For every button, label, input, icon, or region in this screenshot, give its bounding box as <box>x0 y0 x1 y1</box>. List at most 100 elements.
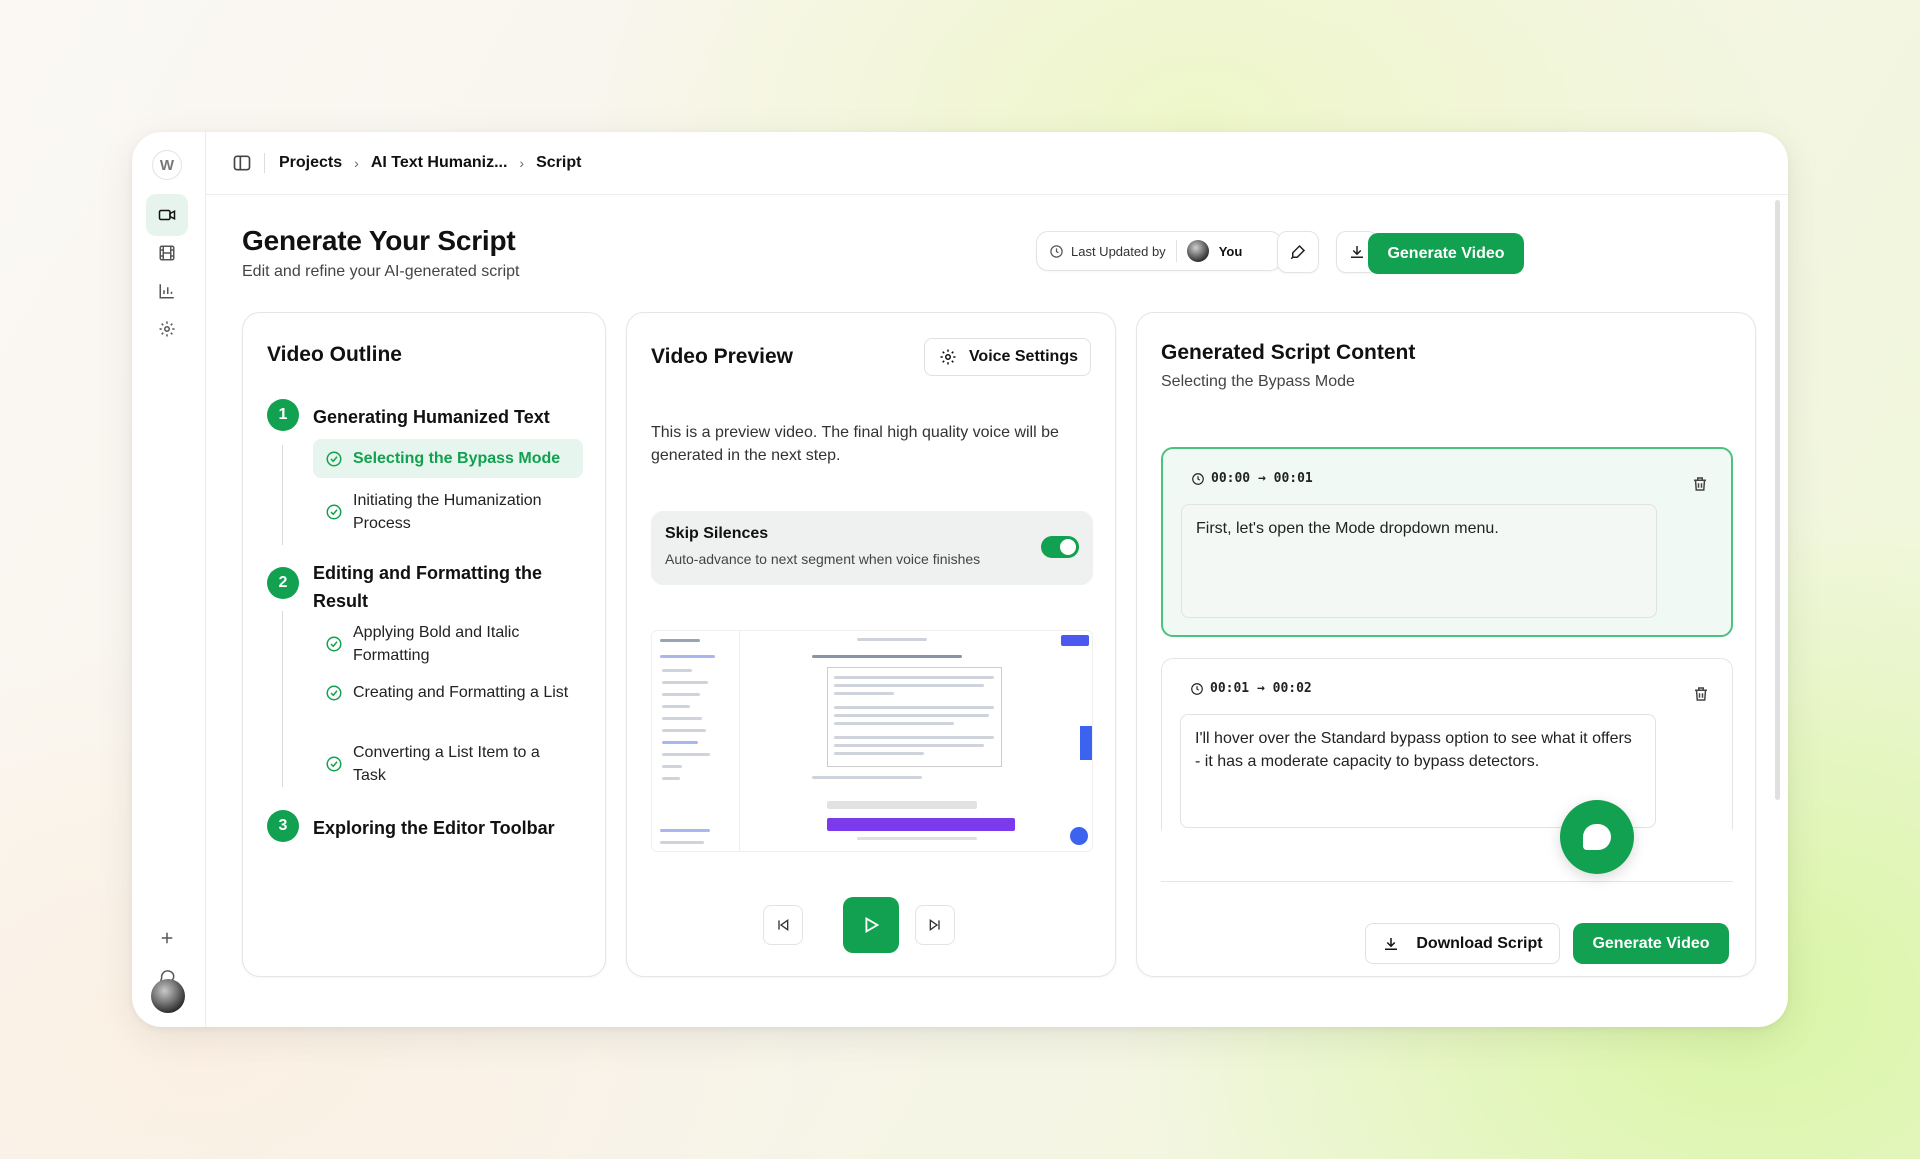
section-number: 1 <box>267 399 299 431</box>
settings-icon[interactable] <box>146 308 188 350</box>
pen-icon <box>1290 244 1306 260</box>
page-subtitle: Edit and refine your AI-generated script <box>242 263 520 280</box>
chevron-right-icon: › <box>354 155 359 171</box>
play-button[interactable] <box>843 897 899 953</box>
section-title: Generating Humanized Text <box>313 407 550 427</box>
script-segment[interactable]: 00:00 → 00:01 First, let's open the Mode… <box>1161 447 1733 637</box>
sidebar-toggle-icon[interactable] <box>232 153 252 173</box>
download-icon <box>1351 246 1363 258</box>
video-outline-card: Video Outline 1 Generating Humanized Tex… <box>242 312 606 977</box>
script-title: Generated Script Content <box>1161 341 1416 364</box>
last-updated-badge: Last Updated by You <box>1036 231 1282 271</box>
preview-chat-thumbnail <box>1070 827 1088 845</box>
play-icon <box>865 916 880 934</box>
preview-note: This is a preview video. The final high … <box>651 424 1059 464</box>
outline-connector <box>282 611 283 787</box>
chat-bubble-icon <box>1583 824 1611 850</box>
skip-forward-icon <box>929 919 940 931</box>
section-title: Exploring the Editor Toolbar <box>313 818 555 838</box>
outline-item-label: Selecting the Bypass Mode <box>353 450 561 467</box>
segment-time: 00:00 → 00:01 <box>1191 471 1313 486</box>
download-script-label: Download Script <box>1416 934 1543 952</box>
preview-sidebar-thumbnail <box>652 631 740 851</box>
workspace-logo[interactable]: W <box>152 150 182 180</box>
breadcrumb-projects[interactable]: Projects <box>279 154 342 172</box>
outline-item-initiating-humanization[interactable]: Initiating the Humanization Process <box>313 481 583 543</box>
outline-item-bold-italic[interactable]: Applying Bold and Italic Formatting <box>313 613 583 675</box>
next-segment-button[interactable] <box>915 905 955 945</box>
outline-item-selecting-bypass-mode[interactable]: Selecting the Bypass Mode <box>313 439 583 478</box>
check-circle-icon <box>326 685 342 700</box>
chart-icon[interactable] <box>146 270 188 312</box>
voice-settings-button[interactable]: Voice Settings <box>923 338 1091 376</box>
outline-item-label: Converting a List Item to a Task <box>353 744 540 784</box>
avatar <box>1186 240 1209 262</box>
previous-segment-button[interactable] <box>763 905 803 945</box>
preview-humanize-thumbnail <box>827 818 1015 831</box>
last-updated-user: You <box>1218 243 1243 259</box>
clock-icon <box>1191 682 1203 695</box>
preview-title: Video Preview <box>651 345 794 368</box>
skip-silences-toggle[interactable] <box>1041 536 1079 558</box>
divider <box>264 153 265 173</box>
skip-silences-title: Skip Silences <box>665 525 769 542</box>
check-circle-icon <box>326 504 342 520</box>
user-avatar[interactable] <box>151 979 185 1013</box>
outline-title: Video Outline <box>267 343 402 366</box>
page-title: Generate Your Script <box>242 225 516 256</box>
breadcrumb: Projects › AI Text Humaniz... › Script <box>206 132 1788 195</box>
outline-item-list-to-task[interactable]: Converting a List Item to a Task <box>313 733 583 795</box>
section-number: 3 <box>267 810 299 842</box>
outline-item-label: Applying Bold and Italic Formatting <box>353 624 520 664</box>
preview-feedback-tab <box>1080 726 1092 760</box>
outline-connector <box>282 445 283 545</box>
edit-button[interactable] <box>1277 231 1319 273</box>
outline-item-label: Creating and Formatting a List <box>353 684 569 701</box>
left-rail: W <box>132 132 206 1027</box>
divider <box>1161 881 1733 882</box>
breadcrumb-current: Script <box>536 154 582 171</box>
film-icon[interactable] <box>146 232 188 274</box>
segment-time: 00:01 → 00:02 <box>1190 681 1312 696</box>
outline-item-label: Initiating the Humanization Process <box>353 492 542 532</box>
clock-icon <box>1192 472 1204 485</box>
check-circle-icon <box>326 636 342 652</box>
generate-video-button[interactable]: Generate Video <box>1368 233 1524 274</box>
script-segment[interactable]: 00:01 → 00:02 I'll hover over the Standa… <box>1161 658 1733 830</box>
trash-icon[interactable] <box>1692 685 1710 703</box>
divider <box>1175 240 1177 262</box>
check-circle-icon <box>326 451 342 466</box>
generate-video-bottom-button[interactable]: Generate Video <box>1573 923 1729 964</box>
last-updated-label: Last Updated by <box>1071 243 1166 259</box>
script-subtitle: Selecting the Bypass Mode <box>1161 373 1355 390</box>
main-area: Projects › AI Text Humaniz... › Script G… <box>206 132 1788 1027</box>
skip-back-icon <box>778 919 789 931</box>
breadcrumb-project[interactable]: AI Text Humaniz... <box>371 154 508 172</box>
skip-silences-description: Auto-advance to next segment when voice … <box>665 551 981 567</box>
app-window: W Projects › AI Text Humaniz... › Script… <box>132 132 1788 1027</box>
preview-login-thumbnail <box>1061 635 1089 646</box>
segment-time-label: 00:00 → 00:01 <box>1211 471 1313 486</box>
clock-icon <box>1050 244 1063 258</box>
video-icon[interactable] <box>146 194 188 236</box>
section-title: Editing and Formatting the Result <box>313 563 542 611</box>
chat-support-button[interactable] <box>1560 800 1634 874</box>
trash-icon[interactable] <box>1691 475 1709 493</box>
video-preview-card: Video Preview Voice Settings This is a p… <box>626 312 1116 977</box>
outline-item-list-formatting[interactable]: Creating and Formatting a List <box>313 673 583 712</box>
segment-time-label: 00:01 → 00:02 <box>1210 681 1312 696</box>
plus-icon[interactable] <box>146 917 188 959</box>
segment-text-field[interactable]: First, let's open the Mode dropdown menu… <box>1181 504 1657 618</box>
check-circle-icon <box>326 756 342 772</box>
scrollbar[interactable] <box>1775 200 1780 800</box>
script-content-card: Generated Script Content Selecting the B… <box>1136 312 1756 977</box>
gear-icon <box>940 349 956 365</box>
preview-document-thumbnail <box>827 667 1002 767</box>
skip-silences-panel: Skip Silences Auto-advance to next segme… <box>651 511 1093 585</box>
section-number: 2 <box>267 567 299 599</box>
download-script-button[interactable]: Download Script <box>1365 923 1560 964</box>
chevron-right-icon: › <box>519 155 525 171</box>
video-preview-frame[interactable] <box>651 630 1093 852</box>
download-icon <box>1385 937 1398 950</box>
voice-settings-label: Voice Settings <box>968 348 1078 365</box>
